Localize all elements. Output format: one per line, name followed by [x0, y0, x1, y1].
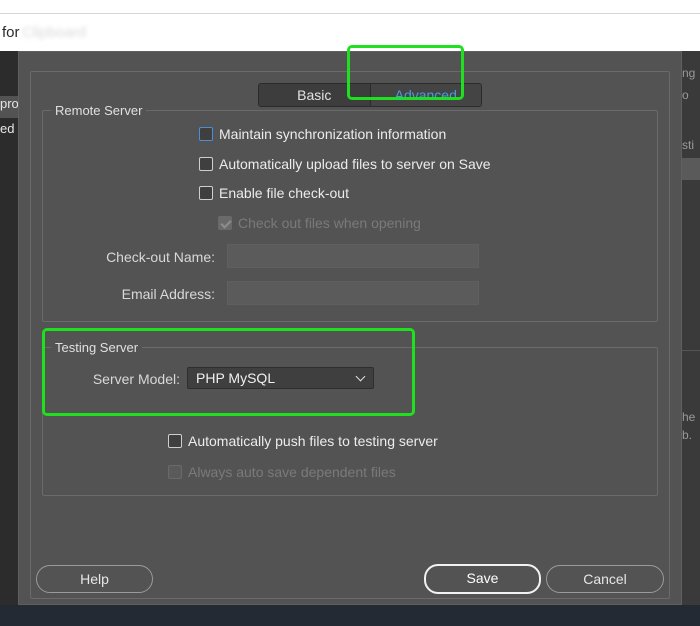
maintain-sync-option[interactable]: Maintain synchronization information	[199, 126, 446, 142]
background-right-text: he	[682, 410, 696, 424]
checkout-name-field[interactable]	[227, 244, 479, 268]
auto-upload-label: Automatically upload files to server on …	[219, 156, 491, 172]
checkout-when-opening-option: Check out files when opening	[218, 215, 421, 231]
background-left-item[interactable]: ed	[0, 121, 18, 143]
checkout-when-opening-label: Check out files when opening	[238, 215, 421, 231]
auto-upload-checkbox[interactable]	[199, 157, 213, 171]
background-right-text: ng	[682, 66, 696, 80]
maintain-sync-label: Maintain synchronization information	[219, 126, 447, 142]
auto-save-dependent-checkbox	[168, 465, 182, 479]
email-address-field[interactable]	[227, 281, 479, 305]
help-button[interactable]: Help	[36, 565, 153, 593]
auto-push-checkbox[interactable]	[168, 434, 182, 448]
background-title-bar: for Clipboard	[0, 14, 700, 51]
background-right-selected-item[interactable]	[682, 158, 700, 180]
tab-basic[interactable]: Basic	[259, 84, 370, 106]
background-window-title: for	[2, 24, 20, 41]
auto-save-dependent-label: Always auto save dependent files	[188, 464, 396, 480]
server-model-value: PHP MySQL	[196, 370, 276, 386]
background-right-text: o	[682, 88, 689, 102]
background-divider	[682, 350, 700, 351]
background-right-text: sti	[682, 138, 694, 152]
background-bottom-strip	[0, 605, 700, 626]
chevron-down-icon	[355, 371, 366, 382]
auto-upload-option[interactable]: Automatically upload files to server on …	[199, 156, 491, 172]
auto-save-dependent-option: Always auto save dependent files	[168, 464, 396, 480]
email-address-label: Email Address:	[121, 286, 215, 302]
testing-server-legend: Testing Server	[51, 340, 143, 356]
auto-push-label: Automatically push files to testing serv…	[188, 433, 438, 449]
site-setup-dialog: Basic Advanced Remote Server Maintain sy…	[18, 51, 682, 605]
maintain-sync-checkbox[interactable]	[199, 127, 213, 141]
server-model-select[interactable]: PHP MySQL	[187, 367, 374, 389]
remote-server-legend: Remote Server	[51, 103, 147, 119]
background-right-panel	[682, 51, 700, 605]
tab-advanced[interactable]: Advanced	[369, 84, 481, 106]
tab-bar: Basic Advanced	[258, 83, 482, 107]
advanced-settings-panel: Basic Advanced Remote Server Maintain sy…	[30, 71, 670, 599]
auto-push-option[interactable]: Automatically push files to testing serv…	[168, 433, 438, 449]
background-right-text: b.	[682, 428, 693, 442]
remote-server-group: Remote Server Maintain synchronization i…	[42, 103, 658, 322]
enable-checkout-label: Enable file check-out	[219, 185, 349, 201]
background-left-item[interactable]: pro	[0, 96, 18, 118]
enable-checkout-option[interactable]: Enable file check-out	[199, 185, 349, 201]
checkout-name-label: Check-out Name:	[106, 249, 215, 265]
enable-checkout-checkbox[interactable]	[199, 186, 213, 200]
save-button[interactable]: Save	[424, 564, 541, 594]
cancel-button[interactable]: Cancel	[546, 565, 664, 593]
background-top-bar	[0, 0, 700, 14]
checkout-when-opening-checkbox	[218, 216, 232, 230]
server-model-label: Server Model:	[92, 371, 180, 387]
background-window-title-blurred: Clipboard	[22, 24, 87, 41]
testing-server-group: Testing Server Server Model: PHP MySQL A…	[42, 340, 658, 496]
